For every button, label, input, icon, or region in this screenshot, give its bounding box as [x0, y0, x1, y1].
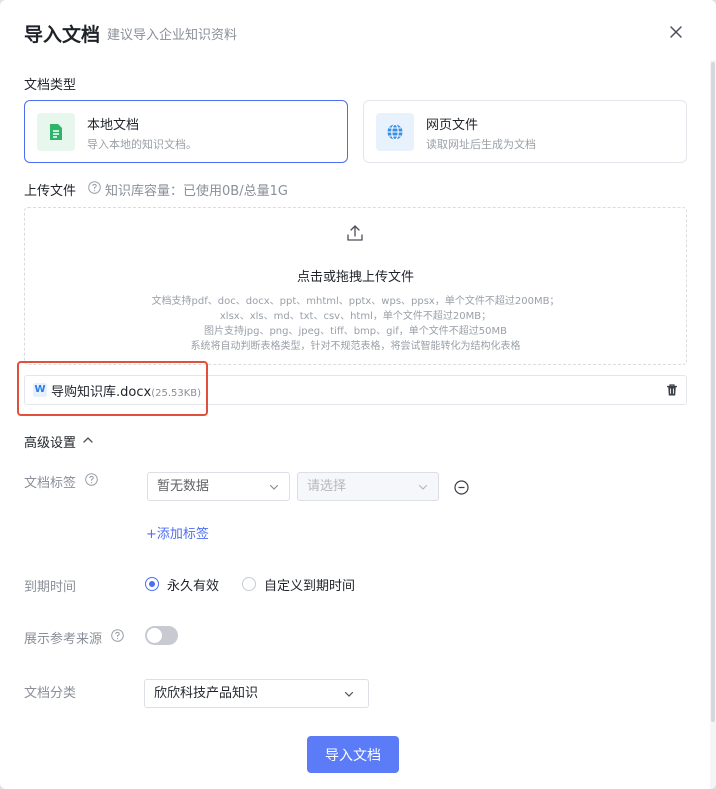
show-source-switch[interactable] — [145, 626, 178, 645]
document-icon — [37, 113, 75, 151]
advanced-settings-toggle[interactable]: 高级设置 — [24, 432, 76, 451]
doc-type-web-card[interactable]: 网页文件 读取网址后生成为文档 — [363, 100, 687, 163]
doc-type-web-desc: 读取网址后生成为文档 — [426, 138, 536, 151]
storage-quota-text: 知识库容量：已使用0B/总量1G — [105, 184, 288, 199]
dropzone-hint-line: 文档支持pdf、doc、docx、ppt、mhtml、pptx、wps、ppsx… — [151, 296, 560, 307]
import-document-dialog: 导入文档 建议导入企业知识资料 文档类型 本地文档 导入本地的知识文档。 网页文… — [0, 0, 716, 789]
dialog-title: 导入文档 — [24, 24, 101, 46]
tag-value-select[interactable]: 请选择 — [297, 472, 439, 501]
doc-type-label: 文档类型 — [24, 78, 77, 93]
expiry-permanent-radio[interactable] — [145, 577, 159, 591]
import-document-button[interactable]: 导入文档 — [307, 736, 399, 773]
show-source-label: 展示参考来源 — [24, 632, 103, 647]
chevron-down-icon — [344, 691, 354, 697]
globe-icon — [376, 113, 414, 151]
tag-key-select-value: 暂无数据 — [157, 479, 210, 494]
doc-type-local-title: 本地文档 — [87, 118, 140, 133]
scrollbar-thumb[interactable] — [711, 62, 715, 722]
dropzone-hint-line: 系统将自动判断表格类型，针对不规范表格，将尝试智能转化为结构化表格 — [190, 341, 521, 352]
help-icon[interactable] — [111, 629, 124, 642]
doc-category-select[interactable]: 欣欣科技产品知识 — [144, 679, 369, 708]
chevron-down-icon — [418, 484, 428, 490]
doc-tags-label: 文档标签 — [24, 476, 77, 491]
close-icon[interactable] — [666, 22, 686, 42]
dropzone-hint-line: 图片支持jpg、png、jpeg、tiff、bmp、gif，单个文件不超过50M… — [203, 326, 508, 337]
doc-type-web-title: 网页文件 — [426, 118, 479, 133]
dropzone-title: 点击或拖拽上传文件 — [296, 270, 414, 285]
trash-icon[interactable] — [665, 383, 679, 397]
expiry-custom-radio[interactable] — [242, 577, 256, 591]
upload-icon — [347, 225, 363, 241]
help-icon[interactable] — [88, 181, 101, 194]
dialog-subtitle: 建议导入企业知识资料 — [107, 28, 238, 43]
highlight-box — [17, 361, 208, 416]
chevron-down-icon — [269, 484, 279, 490]
switch-knob — [147, 628, 162, 643]
expiry-permanent-label[interactable]: 永久有效 — [167, 575, 219, 594]
add-tag-link[interactable]: +添加标签 — [146, 523, 209, 542]
tag-value-select-placeholder: 请选择 — [307, 479, 347, 494]
doc-category-value: 欣欣科技产品知识 — [154, 686, 259, 701]
dropzone-hint-line: xlsx、xls、md、txt、csv、html，单个文件不超过20MB； — [219, 311, 492, 322]
upload-dropzone[interactable]: 点击或拖拽上传文件 文档支持pdf、doc、docx、ppt、mhtml、ppt… — [24, 207, 687, 365]
expiry-custom-label[interactable]: 自定义到期时间 — [264, 575, 355, 594]
help-icon[interactable] — [85, 473, 98, 486]
remove-circle-icon[interactable] — [454, 480, 469, 495]
upload-label: 上传文件 — [24, 184, 77, 199]
tag-key-select[interactable]: 暂无数据 — [147, 472, 290, 501]
doc-type-local-card[interactable]: 本地文档 导入本地的知识文档。 — [24, 100, 348, 163]
chevron-up-icon[interactable] — [82, 434, 94, 446]
expiry-label: 到期时间 — [24, 580, 77, 595]
doc-category-label: 文档分类 — [24, 686, 77, 701]
doc-type-local-desc: 导入本地的知识文档。 — [87, 138, 197, 151]
